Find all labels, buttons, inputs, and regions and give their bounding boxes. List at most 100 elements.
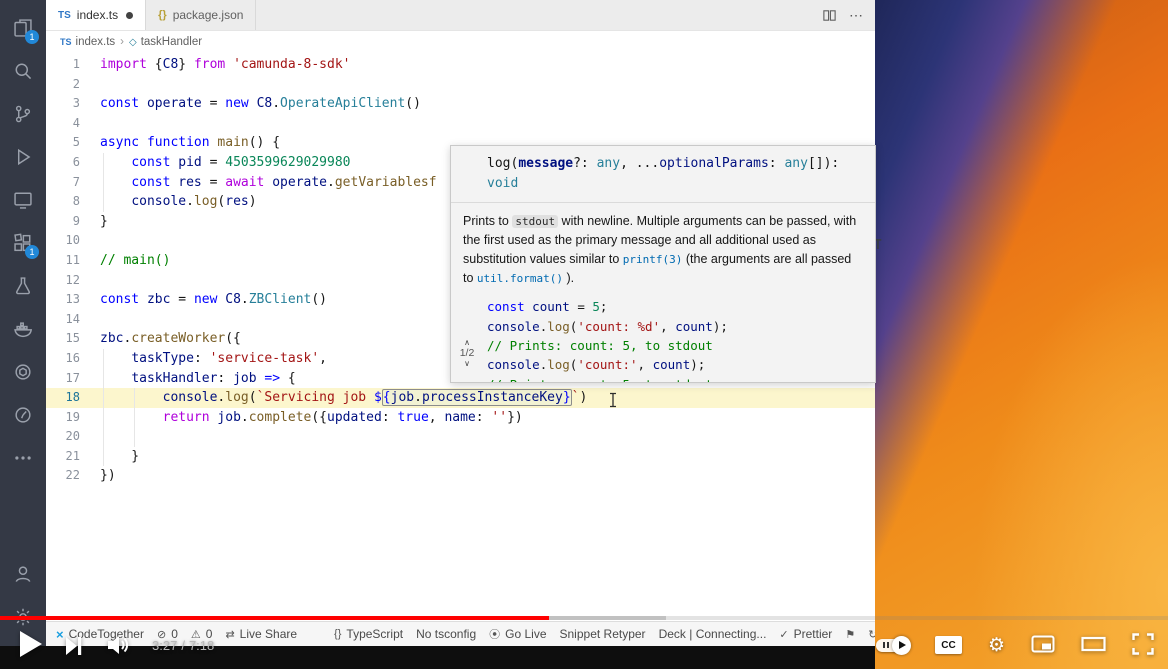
time-display: 3:27/7:18 <box>152 638 214 653</box>
go-live-status[interactable]: ⦿ Go Live <box>489 626 546 642</box>
theater-mode-button[interactable] <box>1081 636 1106 655</box>
line-number: 13 <box>65 292 80 307</box>
macos-wallpaper <box>875 0 1168 669</box>
volume-button[interactable] <box>108 636 132 657</box>
fullscreen-button[interactable] <box>1132 632 1154 658</box>
code-line-3[interactable]: 3 const operate = new C8.OperateApiClient… <box>46 94 875 114</box>
search-icon[interactable] <box>0 49 46 92</box>
code-line-20[interactable]: 20 <box>46 427 875 447</box>
fullscreen-icon <box>1132 632 1154 655</box>
modified-dot[interactable] <box>126 11 134 19</box>
line-number: 9 <box>72 213 80 228</box>
snippet-retyper-status[interactable]: Snippet Retyper <box>560 627 646 641</box>
more-actions-icon[interactable]: ⋯ <box>849 7 863 24</box>
extensions-icon[interactable]: 1 <box>0 221 46 264</box>
settings-button[interactable]: ⚙ <box>988 636 1005 655</box>
code-line-19[interactable]: 19 return job.complete({updated: true, n… <box>46 407 875 428</box>
code-line-18[interactable]: 18 console.log(`Servicing job ${job.proc… <box>46 388 875 408</box>
openai-icon[interactable] <box>0 350 46 393</box>
code-line-1[interactable]: 1 import {C8} from 'camunda-8-sdk' <box>46 55 875 75</box>
sync-status[interactable]: ↻ <box>868 628 875 641</box>
live-share-status[interactable]: ⇄ Live Share <box>225 627 297 641</box>
hover-example-code: const count = 5; console.log('count: %d',… <box>451 291 875 382</box>
play-button[interactable] <box>20 631 42 660</box>
indent-guide <box>103 152 104 173</box>
breadcrumb-item[interactable]: ◇ taskHandler <box>129 36 202 48</box>
line-number: 10 <box>65 233 80 248</box>
liveshare-icon: ⇄ <box>225 628 235 641</box>
prettier-status[interactable]: ✓ Prettier <box>779 627 832 641</box>
line-number: 11 <box>65 252 80 267</box>
tab-package.json[interactable]: {} package.json <box>146 0 257 30</box>
language-mode[interactable]: {} TypeScript <box>334 627 403 641</box>
files-icon[interactable]: 1 <box>0 6 46 49</box>
miniplayer-button[interactable] <box>1031 635 1055 656</box>
player-right-controls: CC ⚙ <box>875 628 1154 662</box>
line-number: 1 <box>72 57 80 71</box>
example-code-line: // Prints: count: 5, to stdout <box>487 338 713 354</box>
code-line-22[interactable]: 22}) <box>46 466 875 486</box>
example-code-line: const count = 5; <box>487 299 608 315</box>
split-editor-icon[interactable] <box>822 8 837 23</box>
line-number: 5 <box>72 135 80 150</box>
docker-icon[interactable] <box>0 307 46 350</box>
flag-status[interactable]: ⚑ <box>845 628 855 641</box>
tab-bar: TS index.ts {} package.json ⋯ <box>46 0 875 31</box>
captions-button[interactable]: CC <box>934 636 962 654</box>
account-icon[interactable] <box>0 552 46 595</box>
breadcrumb-label: index.ts <box>75 36 116 48</box>
line-number: 16 <box>65 350 80 365</box>
activity-bar-top: 11 <box>0 6 46 479</box>
sync-icon: ↻ <box>868 628 875 641</box>
code-line-21[interactable]: 21 } <box>46 446 875 467</box>
status-label: TypeScript <box>346 627 404 641</box>
play-icon <box>20 631 42 657</box>
next-icon <box>66 637 82 655</box>
breadcrumb: TS index.ts › ◇ taskHandler <box>46 31 875 53</box>
hover-signature: log(message?: any, ...optionalParams: an… <box>451 146 875 204</box>
breadcrumb-item[interactable]: TS index.ts <box>60 36 115 48</box>
signature-pager[interactable]: ∧ 1/2 ∨ <box>454 338 480 368</box>
pager-down-icon[interactable]: ∨ <box>464 359 470 368</box>
line-number: 7 <box>72 174 80 189</box>
deck-status[interactable]: Deck | Connecting... <box>659 627 767 641</box>
code-line-2[interactable]: 2 <box>46 75 875 95</box>
more-icon[interactable] <box>0 436 46 479</box>
indent-guide <box>134 407 136 428</box>
compass-icon[interactable] <box>0 393 46 436</box>
broadcast-icon: ⦿ <box>489 629 501 641</box>
tab-index.ts[interactable]: TS index.ts <box>46 0 147 30</box>
line-number: 6 <box>72 154 80 169</box>
next-button[interactable] <box>66 637 82 658</box>
tabs: TS index.ts {} package.json <box>46 0 257 30</box>
indent-guide <box>103 446 104 467</box>
remote-explorer-icon[interactable] <box>0 178 46 221</box>
line-number: 19 <box>65 409 80 424</box>
example-code-line: // Prints: count: 5, to stdout <box>487 375 865 382</box>
autoplay-pause-icon <box>882 642 885 648</box>
intellisense-tooltip: ∧ 1/2 ∨ log(message?: any, ...optionalPa… <box>450 145 876 383</box>
video-progress-bar[interactable] <box>0 616 1168 620</box>
autoplay-toggle[interactable] <box>875 635 911 655</box>
status-label: Prettier <box>793 627 833 641</box>
activity-bar: 11 <box>0 0 46 646</box>
line-number: 3 <box>72 96 80 111</box>
typescript-file-icon: TS <box>60 37 72 47</box>
tsconfig-status[interactable]: No tsconfig <box>416 627 476 641</box>
status-label: Deck | Connecting... <box>658 627 767 641</box>
time-duration: 7:18 <box>188 638 215 653</box>
source-control-icon[interactable] <box>0 92 46 135</box>
breadcrumb-label: taskHandler <box>140 36 203 48</box>
status-label: Snippet Retyper <box>559 627 646 641</box>
code-line-4[interactable]: 4 <box>46 114 875 134</box>
pager-up-icon[interactable]: ∧ <box>464 338 470 347</box>
hover-description: Prints to stdout with newline. Multiple … <box>463 214 857 285</box>
run-debug-icon[interactable] <box>0 135 46 178</box>
volume-icon <box>108 636 129 654</box>
line-number: 20 <box>65 429 80 444</box>
line-number: 12 <box>65 272 80 287</box>
indent-guide <box>103 427 104 447</box>
line-number: 17 <box>65 370 80 385</box>
indent-guide <box>103 192 104 212</box>
test-beaker-icon[interactable] <box>0 264 46 307</box>
